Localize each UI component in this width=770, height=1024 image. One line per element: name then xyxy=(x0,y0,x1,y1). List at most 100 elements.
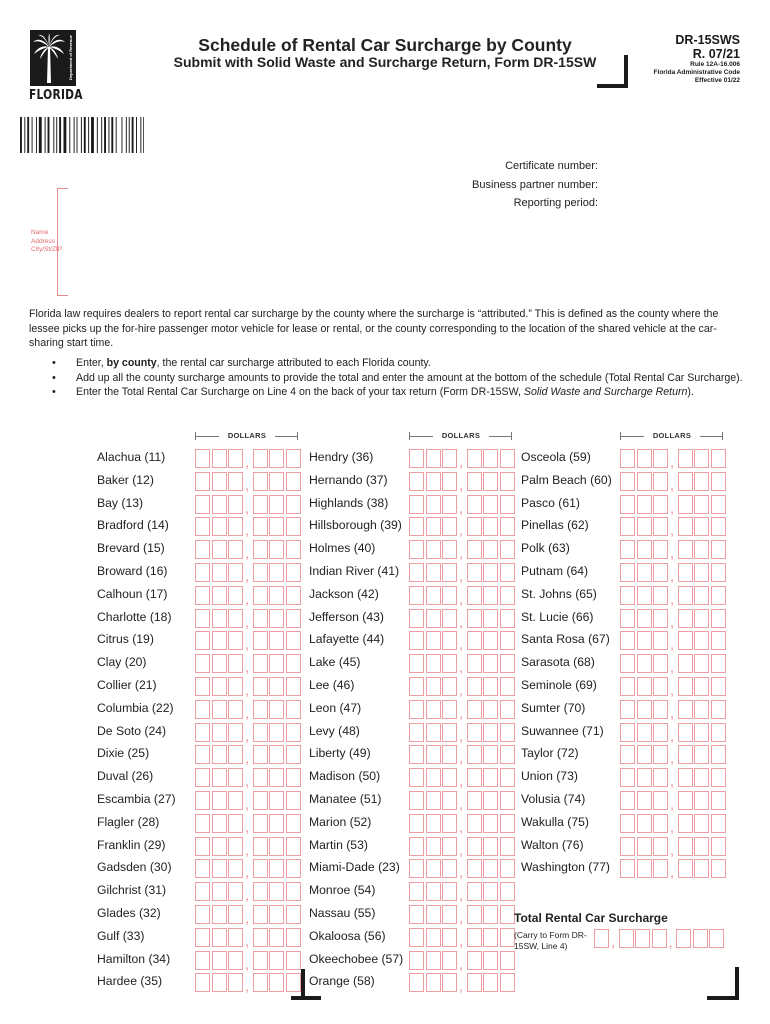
digit-box[interactable] xyxy=(636,449,652,468)
digit-box[interactable] xyxy=(285,471,301,491)
county-amount-input[interactable]: , xyxy=(409,540,515,561)
digit-box[interactable] xyxy=(269,677,284,696)
digit-box[interactable] xyxy=(228,631,243,651)
digit-box[interactable] xyxy=(499,585,515,605)
digit-box[interactable] xyxy=(620,745,635,765)
digit-box[interactable] xyxy=(425,813,441,833)
digit-box[interactable] xyxy=(653,677,668,696)
digit-box[interactable] xyxy=(269,563,284,582)
digit-box[interactable] xyxy=(694,791,709,810)
county-amount-input[interactable]: , xyxy=(409,449,515,470)
digit-box[interactable] xyxy=(269,449,284,468)
county-amount-input[interactable]: , xyxy=(409,654,515,675)
county-amount-input[interactable]: , xyxy=(195,836,301,858)
digit-box[interactable] xyxy=(483,836,498,856)
digit-box[interactable] xyxy=(228,813,243,833)
digit-box[interactable] xyxy=(252,517,268,537)
digit-box[interactable] xyxy=(442,768,457,788)
digit-box[interactable] xyxy=(442,631,457,651)
digit-box[interactable] xyxy=(252,722,268,742)
county-amount-input[interactable]: , xyxy=(195,677,301,698)
digit-box[interactable] xyxy=(228,973,243,993)
digit-box[interactable] xyxy=(499,517,515,537)
digit-box[interactable] xyxy=(195,517,210,537)
digit-box[interactable] xyxy=(425,905,441,924)
digit-box[interactable] xyxy=(425,722,441,742)
digit-box[interactable] xyxy=(269,768,284,788)
digit-box[interactable] xyxy=(466,973,482,993)
digit-box[interactable] xyxy=(466,494,482,514)
digit-box[interactable] xyxy=(409,563,424,582)
digit-box[interactable] xyxy=(425,471,441,491)
digit-box[interactable] xyxy=(677,631,693,651)
digit-box[interactable] xyxy=(409,471,424,491)
digit-box[interactable] xyxy=(252,563,268,582)
digit-box[interactable] xyxy=(466,905,482,924)
digit-box[interactable] xyxy=(425,517,441,537)
digit-box[interactable] xyxy=(228,677,243,696)
digit-box[interactable] xyxy=(499,471,515,491)
digit-box[interactable] xyxy=(409,768,424,788)
digit-box[interactable] xyxy=(425,608,441,628)
digit-box[interactable] xyxy=(620,699,635,719)
digit-box[interactable] xyxy=(442,677,457,696)
digit-box[interactable] xyxy=(425,882,441,902)
digit-box[interactable] xyxy=(677,722,693,742)
county-amount-input[interactable]: , xyxy=(409,927,515,949)
digit-box[interactable] xyxy=(466,927,482,947)
digit-box[interactable] xyxy=(710,654,726,674)
digit-box[interactable] xyxy=(409,882,424,902)
county-amount-input[interactable]: , xyxy=(195,494,301,516)
digit-box[interactable] xyxy=(269,608,284,628)
digit-box[interactable] xyxy=(677,791,693,810)
digit-box[interactable] xyxy=(211,654,227,674)
digit-box[interactable] xyxy=(677,745,693,765)
digit-box[interactable] xyxy=(228,722,243,742)
digit-box[interactable] xyxy=(409,859,424,879)
county-amount-input[interactable]: , xyxy=(195,517,301,538)
digit-box[interactable] xyxy=(442,791,457,810)
digit-box[interactable] xyxy=(195,654,210,674)
county-amount-input[interactable]: , xyxy=(620,745,726,766)
digit-box[interactable] xyxy=(694,449,709,468)
county-amount-input[interactable]: , xyxy=(620,540,726,561)
digit-box[interactable] xyxy=(710,631,726,651)
digit-box[interactable] xyxy=(425,745,441,765)
digit-box[interactable] xyxy=(442,813,457,833)
digit-box[interactable] xyxy=(653,540,668,560)
digit-box[interactable] xyxy=(466,677,482,696)
digit-box[interactable] xyxy=(425,927,441,947)
digit-box[interactable] xyxy=(252,882,268,902)
county-amount-input[interactable]: , xyxy=(195,950,301,972)
digit-box[interactable] xyxy=(499,859,515,879)
county-amount-input[interactable]: , xyxy=(409,813,515,835)
digit-box[interactable] xyxy=(466,768,482,788)
digit-box[interactable] xyxy=(499,563,515,582)
county-amount-input[interactable]: , xyxy=(620,836,726,858)
digit-box[interactable] xyxy=(499,494,515,514)
county-amount-input[interactable]: , xyxy=(620,768,726,789)
digit-box[interactable] xyxy=(694,471,709,491)
county-amount-input[interactable]: , xyxy=(409,631,515,652)
digit-box[interactable] xyxy=(285,859,301,879)
digit-box[interactable] xyxy=(620,836,635,856)
digit-box[interactable] xyxy=(620,859,635,879)
digit-box[interactable] xyxy=(195,699,210,719)
digit-box[interactable] xyxy=(442,654,457,674)
digit-box[interactable] xyxy=(710,471,726,491)
digit-box[interactable] xyxy=(211,631,227,651)
digit-box[interactable] xyxy=(285,927,301,947)
digit-box[interactable] xyxy=(466,563,482,582)
digit-box[interactable] xyxy=(285,631,301,651)
digit-box[interactable] xyxy=(483,471,498,491)
digit-box[interactable] xyxy=(483,563,498,582)
digit-box[interactable] xyxy=(252,745,268,765)
county-amount-input[interactable]: , xyxy=(620,859,726,880)
digit-box[interactable] xyxy=(228,608,243,628)
digit-box[interactable] xyxy=(442,905,457,924)
digit-box[interactable] xyxy=(211,494,227,514)
digit-box[interactable] xyxy=(694,699,709,719)
digit-box[interactable] xyxy=(499,677,515,696)
digit-box[interactable] xyxy=(620,722,635,742)
digit-box[interactable] xyxy=(269,654,284,674)
